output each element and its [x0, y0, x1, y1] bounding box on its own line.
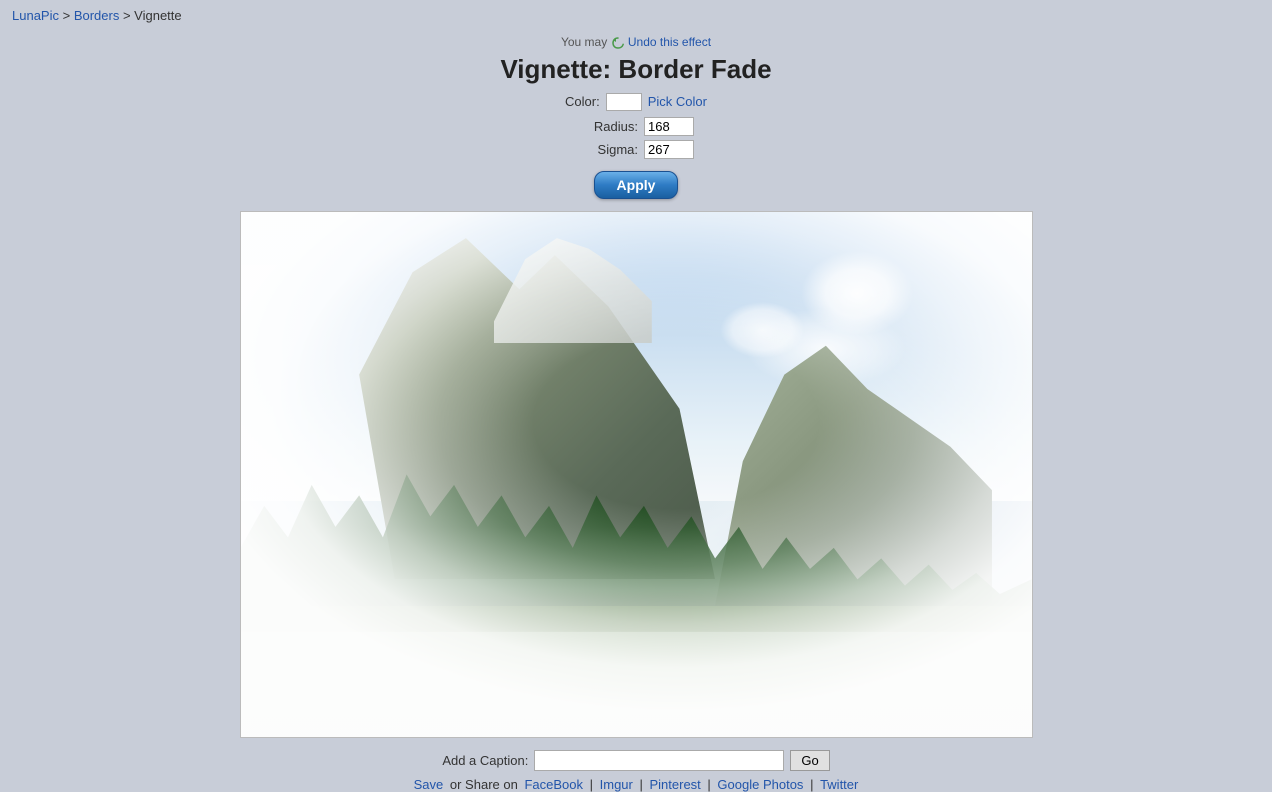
image-frame — [240, 211, 1033, 738]
breadcrumb-current: Vignette — [134, 8, 181, 23]
color-swatch[interactable] — [606, 93, 642, 111]
breadcrumb-borders[interactable]: Borders — [74, 8, 120, 23]
caption-row: Add a Caption: Go — [0, 750, 1272, 771]
page-title: Vignette: Border Fade — [0, 54, 1272, 85]
pinterest-link[interactable]: Pinterest — [649, 777, 700, 792]
sigma-row: Sigma: — [0, 140, 1272, 159]
image-container — [0, 211, 1272, 738]
google-photos-link[interactable]: Google Photos — [717, 777, 803, 792]
imgur-link[interactable]: Imgur — [600, 777, 633, 792]
sigma-label: Sigma: — [578, 142, 638, 157]
twitter-link[interactable]: Twitter — [820, 777, 858, 792]
share-row: Save or Share on FaceBook | Imgur | Pint… — [0, 777, 1272, 792]
controls-area: You may Undo this effect Vignette: Borde… — [0, 35, 1272, 199]
undo-icon — [611, 36, 625, 50]
radius-input[interactable] — [644, 117, 694, 136]
caption-input[interactable] — [534, 750, 784, 771]
color-row: Color: Pick Color — [0, 93, 1272, 111]
save-link[interactable]: Save — [414, 777, 444, 792]
pick-color-link[interactable]: Pick Color — [648, 94, 707, 109]
caption-label: Add a Caption: — [442, 753, 528, 768]
apply-button[interactable]: Apply — [594, 171, 679, 199]
facebook-link[interactable]: FaceBook — [524, 777, 583, 792]
go-button[interactable]: Go — [790, 750, 829, 771]
radius-label: Radius: — [578, 119, 638, 134]
apply-button-container: Apply — [0, 163, 1272, 199]
sigma-input[interactable] — [644, 140, 694, 159]
mountain-scene — [241, 212, 1032, 737]
footer-area: Add a Caption: Go Save or Share on FaceB… — [0, 750, 1272, 792]
radius-row: Radius: — [0, 117, 1272, 136]
undo-link[interactable]: Undo this effect — [628, 35, 711, 49]
share-text: or Share on — [450, 777, 518, 792]
vignette-overlay — [241, 212, 1032, 737]
undo-line: You may Undo this effect — [0, 35, 1272, 50]
breadcrumb: LunaPic > Borders > Vignette — [0, 0, 1272, 31]
breadcrumb-lunapic[interactable]: LunaPic — [12, 8, 59, 23]
color-label: Color: — [565, 94, 600, 109]
